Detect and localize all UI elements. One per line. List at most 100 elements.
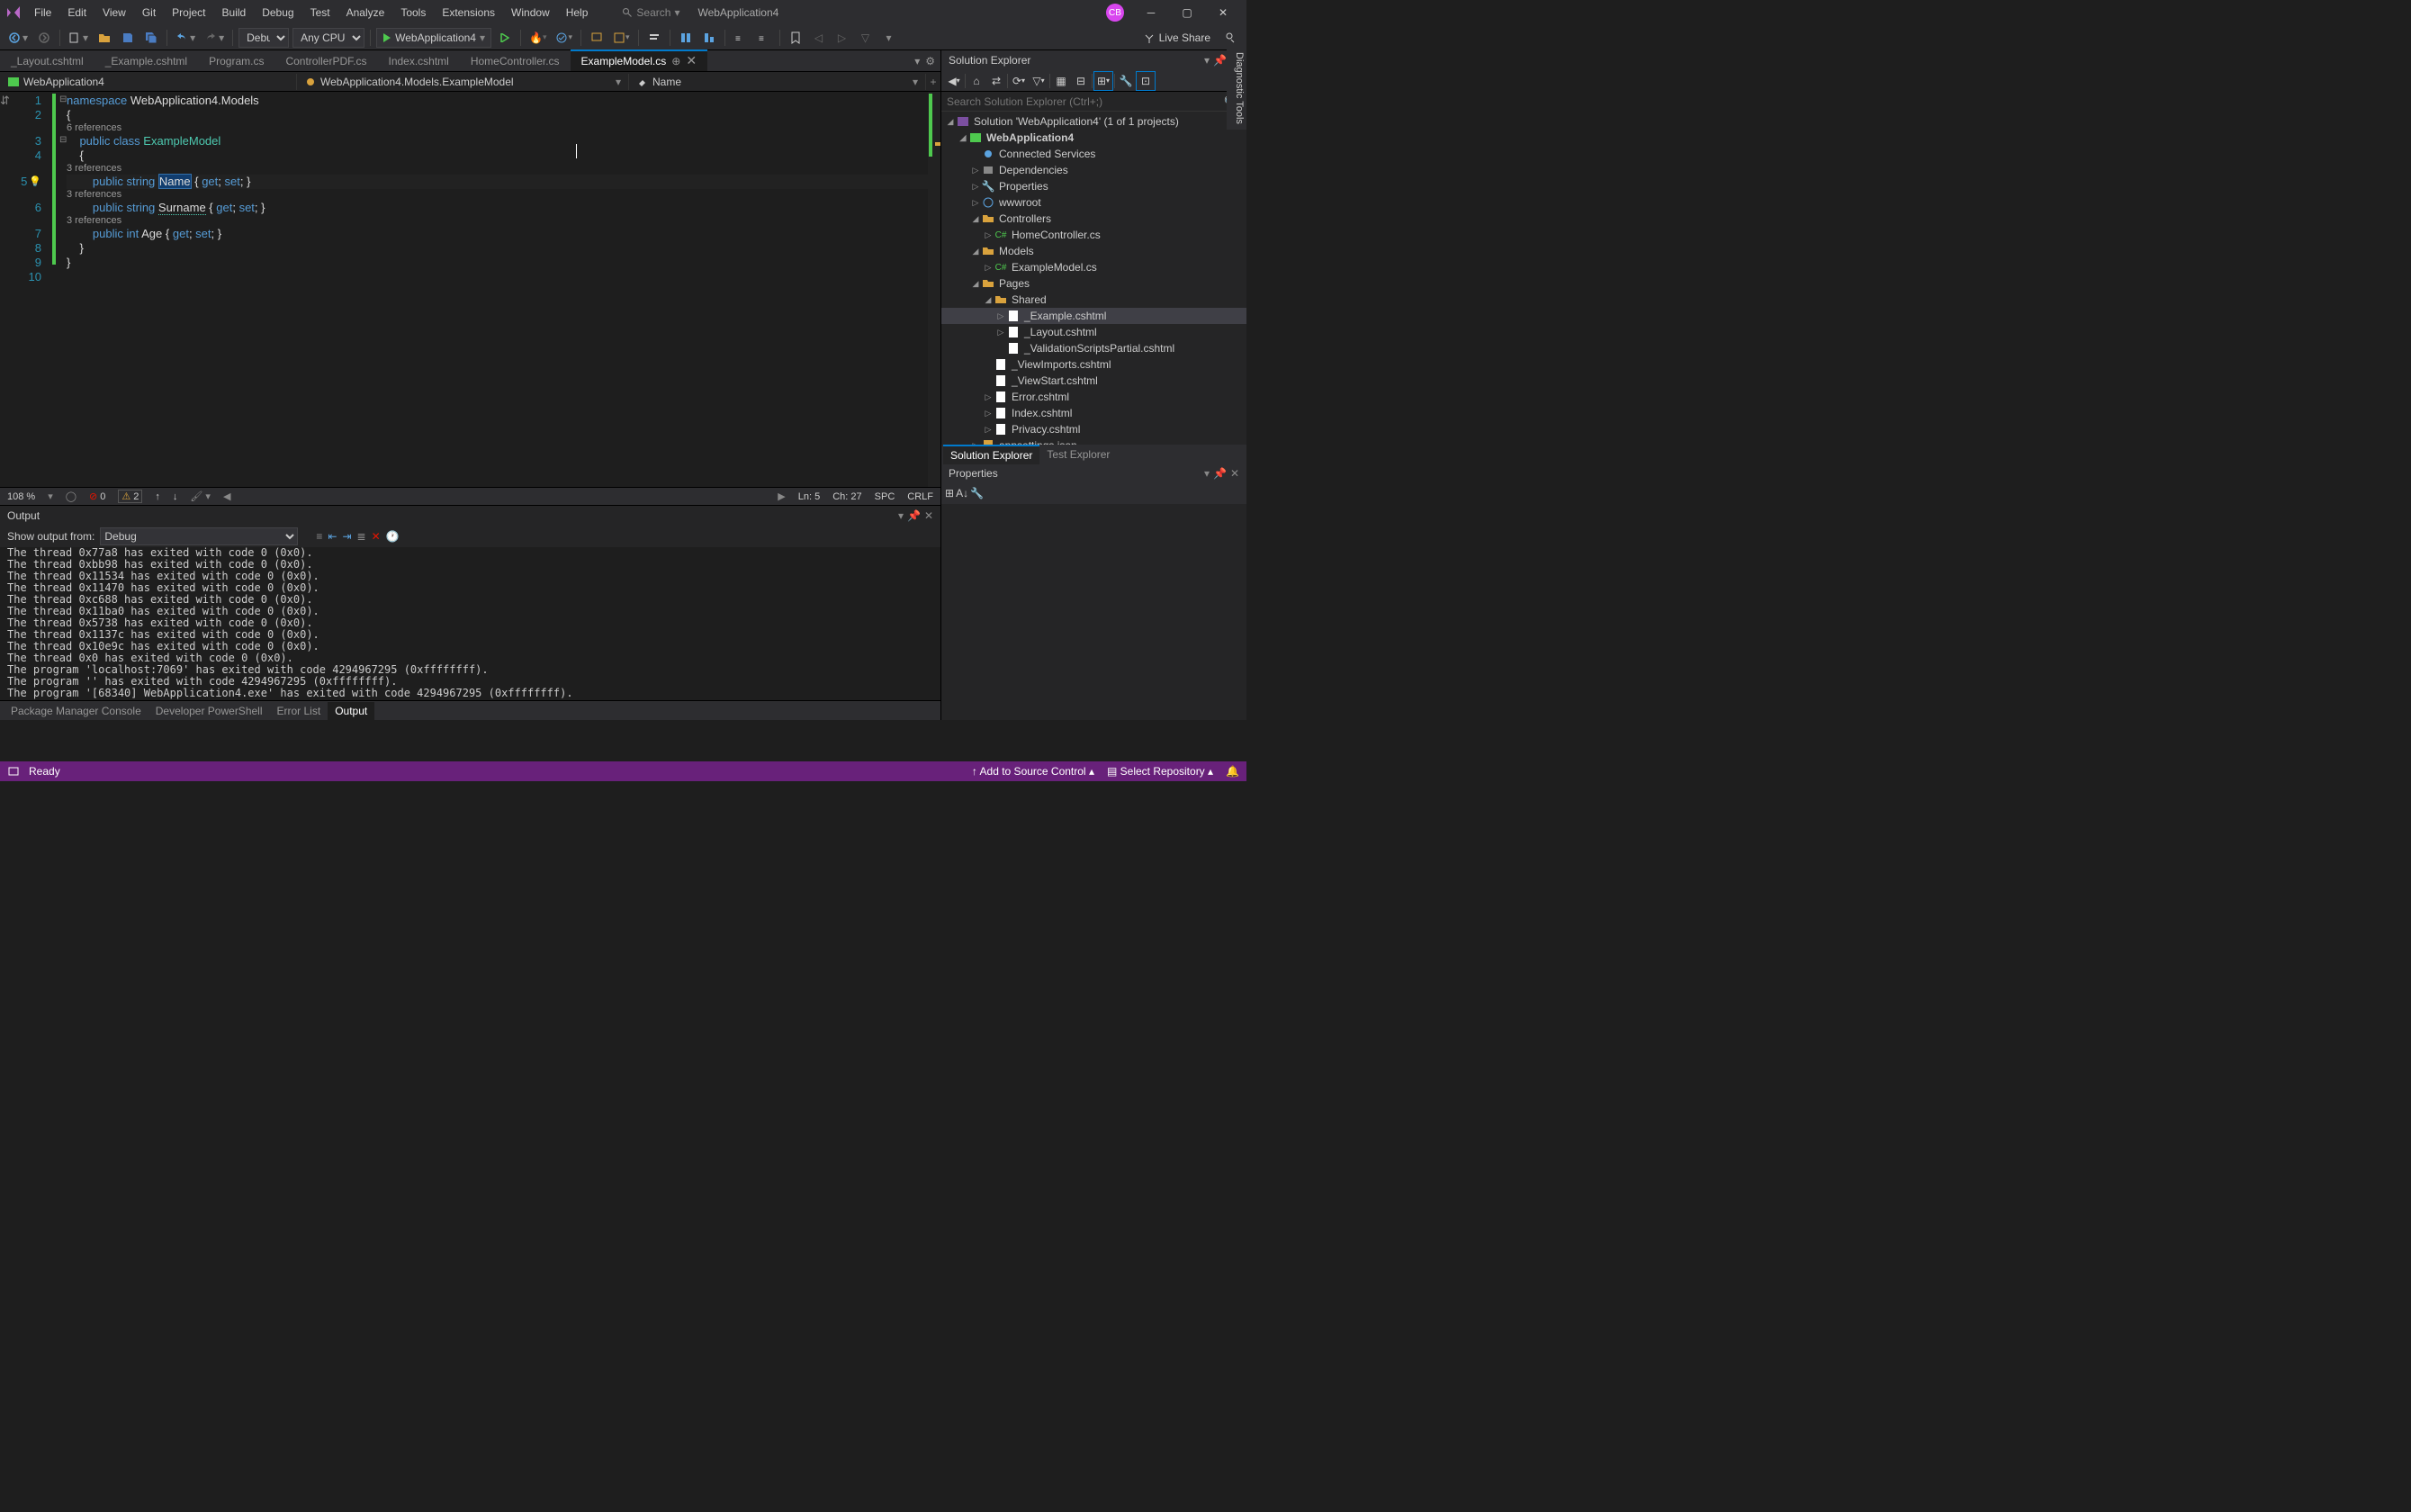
tree-shared[interactable]: ◢Shared	[941, 292, 1246, 308]
tab-program[interactable]: Program.cs	[198, 50, 274, 72]
live-share-button[interactable]: Live Share	[1143, 32, 1210, 44]
select-repository[interactable]: ▤ Select Repository ▴	[1107, 765, 1213, 778]
se-collapse-icon[interactable]: ⊟	[1072, 72, 1090, 90]
output-close-icon[interactable]: ✕	[924, 509, 933, 522]
prev-bookmark-button[interactable]: ◁	[809, 28, 829, 48]
tab-example[interactable]: _Example.cshtml	[94, 50, 198, 72]
tool-btn-2[interactable]	[699, 28, 719, 48]
notifications-icon[interactable]: 🔔	[1226, 765, 1239, 778]
clear-bookmarks-button[interactable]: ▽	[856, 28, 876, 48]
hot-reload-button[interactable]: 🔥▾	[526, 28, 549, 48]
prop-pin-icon[interactable]: 📌	[1213, 467, 1227, 480]
code-content[interactable]: namespace WebApplication4.Models { 6 ref…	[67, 92, 928, 487]
tree-models[interactable]: ◢Models	[941, 243, 1246, 259]
nav-class[interactable]: WebApplication4.Models.ExampleModel ▾	[297, 74, 629, 90]
output-pin-icon[interactable]: 📌	[907, 509, 921, 522]
back-nav-button[interactable]: ▾	[5, 28, 31, 48]
menu-build[interactable]: Build	[215, 3, 254, 22]
browser-select-button[interactable]	[587, 28, 607, 48]
btab-errorlist[interactable]: Error List	[270, 702, 328, 720]
se-showall-icon[interactable]: ▦	[1052, 72, 1070, 90]
undo-button[interactable]: ▾	[173, 28, 198, 48]
tab-chevron-icon[interactable]: ▾	[914, 55, 920, 68]
code-editor[interactable]: ⇵ 1 2 3 4 5💡 6 7 8	[0, 92, 940, 720]
btab-pmc[interactable]: Package Manager Console	[4, 702, 148, 720]
tool-btn-1[interactable]	[676, 28, 696, 48]
tab-controllerpdf[interactable]: ControllerPDF.cs	[274, 50, 377, 72]
new-item-button[interactable]: ▾	[66, 28, 91, 48]
ptab-solution[interactable]: Solution Explorer	[943, 445, 1039, 464]
tab-settings-icon[interactable]: ⚙	[925, 55, 935, 68]
se-sync-icon[interactable]: ⟳▾	[1010, 72, 1028, 90]
tree-layout-cshtml[interactable]: ▷_Layout.cshtml	[941, 324, 1246, 340]
solution-search-input[interactable]	[947, 95, 1224, 108]
feedback-button[interactable]	[1221, 28, 1241, 48]
prop-cat-icon[interactable]: ⊞	[945, 487, 954, 500]
save-button[interactable]	[118, 28, 138, 48]
add-source-control[interactable]: ↑ Add to Source Control ▴	[972, 765, 1094, 778]
start-debug-button[interactable]: WebApplication4 ▾	[376, 28, 491, 48]
panel-dropdown-icon[interactable]: ▾	[1204, 54, 1210, 67]
method-nav-gutter[interactable]: ⇵	[0, 92, 13, 487]
start-no-debug-button[interactable]	[495, 28, 515, 48]
minimize-button[interactable]: ─	[1133, 0, 1169, 25]
search-box[interactable]: Search ▾	[622, 6, 679, 19]
comment-button[interactable]: ≡	[731, 28, 751, 48]
tree-project[interactable]: ◢WebApplication4	[941, 130, 1246, 146]
config-dropdown[interactable]: Debug	[238, 28, 289, 48]
h-scroll-left-icon[interactable]: ◀	[223, 490, 230, 502]
next-issue-icon[interactable]: ↓	[173, 491, 178, 502]
tree-error[interactable]: ▷Error.cshtml	[941, 389, 1246, 405]
lightbulb-icon[interactable]: 💡	[29, 175, 41, 189]
se-wrench-icon[interactable]: 🔧	[1117, 72, 1135, 90]
overflow-button[interactable]: ▾	[879, 28, 899, 48]
menu-window[interactable]: Window	[504, 3, 557, 22]
publish-button[interactable]: ▾	[610, 28, 633, 48]
output-wrap-icon[interactable]: ≣	[357, 530, 366, 543]
tree-appsettings[interactable]: ▷appsettings.json	[941, 437, 1246, 445]
no-issues-icon[interactable]: ◯	[66, 490, 76, 502]
open-button[interactable]	[94, 28, 114, 48]
prop-az-icon[interactable]: A↓	[956, 487, 968, 500]
menu-edit[interactable]: Edit	[60, 3, 94, 22]
output-clock-icon[interactable]: 🕐	[386, 530, 400, 543]
bookmark-button[interactable]	[786, 28, 805, 48]
tree-solution[interactable]: ◢Solution 'WebApplication4' (1 of 1 proj…	[941, 113, 1246, 130]
se-filter-icon[interactable]: ▽▾	[1030, 72, 1048, 90]
tab-examplemodel[interactable]: ExampleModel.cs ⊕ ✕	[571, 50, 708, 71]
tab-index[interactable]: Index.cshtml	[377, 50, 459, 72]
tree-viewimports[interactable]: _ViewImports.cshtml	[941, 356, 1246, 373]
output-text[interactable]: The thread 0x77a8 has exited with code 0…	[0, 547, 940, 700]
nav-member[interactable]: Name ▾	[629, 74, 926, 90]
menu-help[interactable]: Help	[559, 3, 596, 22]
prop-close-icon[interactable]: ✕	[1230, 467, 1239, 480]
prop-wrench-icon[interactable]: 🔧	[970, 487, 984, 500]
zoom-level[interactable]: 108 %	[7, 491, 35, 502]
tree-viewstart[interactable]: _ViewStart.cshtml	[941, 373, 1246, 389]
output-source-dropdown[interactable]: Debug	[100, 527, 298, 545]
output-clear2-icon[interactable]: ✕	[372, 530, 381, 543]
tree-wwwroot[interactable]: ▷wwwroot	[941, 194, 1246, 211]
btab-output[interactable]: Output	[328, 702, 374, 720]
menu-tools[interactable]: Tools	[393, 3, 433, 22]
tree-privacy[interactable]: ▷Privacy.cshtml	[941, 421, 1246, 437]
close-button[interactable]: ✕	[1205, 0, 1241, 25]
split-editor-icon[interactable]: +	[926, 76, 940, 88]
tree-validation[interactable]: _ValidationScriptsPartial.cshtml	[941, 340, 1246, 356]
solution-search[interactable]: 🔍▾	[941, 92, 1246, 112]
pin-icon[interactable]: ⊕	[671, 55, 680, 68]
platform-dropdown[interactable]: Any CPU	[292, 28, 364, 48]
fwd-nav-button[interactable]	[34, 28, 54, 48]
output-clear-icon[interactable]: ≡	[316, 530, 322, 543]
error-count[interactable]: ⊘0	[89, 490, 105, 502]
tree-index[interactable]: ▷Index.cshtml	[941, 405, 1246, 421]
tree-examplemodel[interactable]: ▷C#ExampleModel.cs	[941, 259, 1246, 275]
tab-layout[interactable]: _Layout.cshtml	[0, 50, 94, 72]
maximize-button[interactable]: ▢	[1169, 0, 1205, 25]
se-back-icon[interactable]: ◀▾	[945, 72, 963, 90]
diagnostic-tools-tab[interactable]: Diagnostic Tools	[1227, 47, 1246, 130]
prop-dropdown-icon[interactable]: ▾	[1204, 467, 1210, 480]
output-dropdown-icon[interactable]: ▾	[898, 509, 904, 522]
redo-button[interactable]: ▾	[202, 28, 227, 48]
indent-mode[interactable]: SPC	[875, 491, 895, 502]
